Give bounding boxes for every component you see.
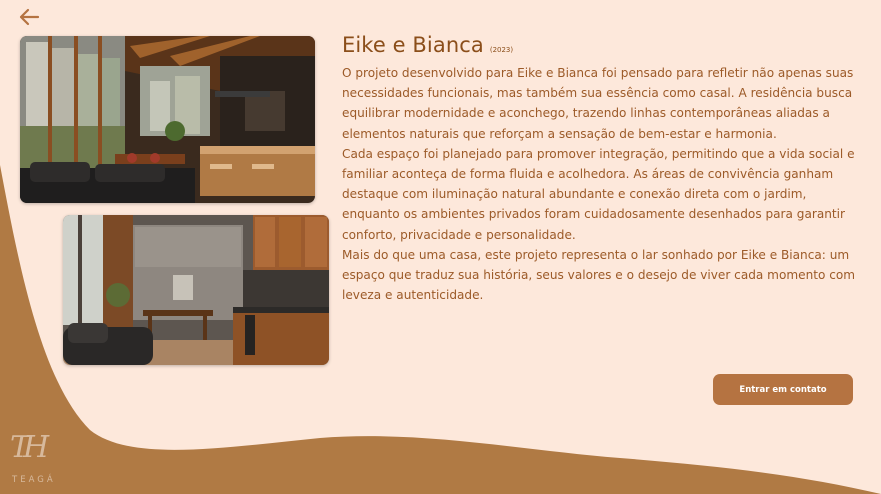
project-description: O projeto desenvolvido para Eike e Bianc… <box>342 63 862 305</box>
title-row: Eike e Bianca (2023) <box>342 33 862 57</box>
project-photo-kitchen <box>63 215 329 365</box>
arrow-left-icon <box>19 8 40 26</box>
logo-monogram: TH <box>10 430 49 465</box>
logo-wordmark: TEAGÁ <box>12 475 56 485</box>
project-content: Eike e Bianca (2023) O projeto desenvolv… <box>342 33 862 305</box>
description-paragraph: O projeto desenvolvido para Eike e Bianc… <box>342 66 854 141</box>
back-button[interactable] <box>16 6 42 28</box>
contact-button[interactable]: Entrar em contato <box>713 374 853 405</box>
project-title: Eike e Bianca <box>342 33 484 57</box>
project-photo-living-room <box>20 36 315 203</box>
brand-logo[interactable]: TH TEAGÁ <box>8 433 68 489</box>
project-year: (2023) <box>489 46 514 54</box>
description-paragraph: Cada espaço foi planejado para promover … <box>342 146 855 242</box>
description-paragraph: Mais do que uma casa, este projeto repre… <box>342 247 856 303</box>
